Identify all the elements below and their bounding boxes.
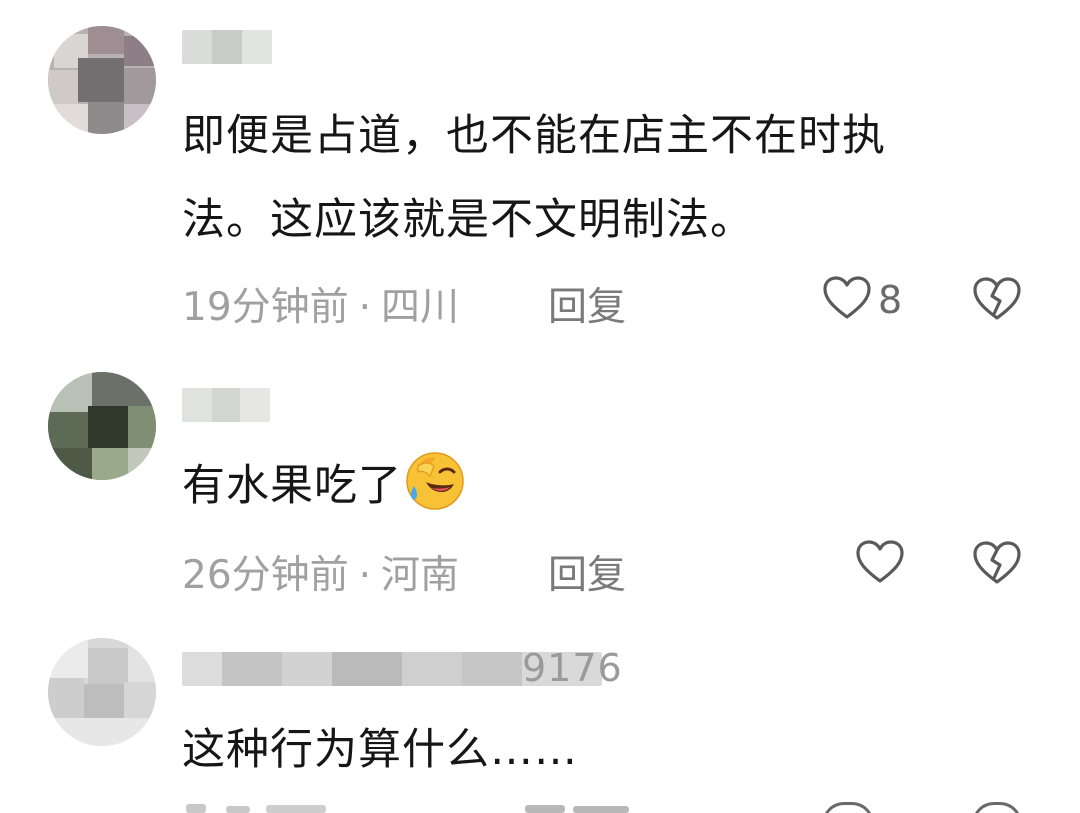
comment-meta: 26分钟前 · 河南 (182, 544, 459, 600)
reply-button[interactable]: 回复 (548, 276, 626, 332)
comment-text-line: 即便是占道，也不能在店主不在时执 (182, 111, 886, 161)
comment-item: 有水果吃了 26分钟前 · 河南 回复 (0, 340, 1080, 620)
heart-outline-icon (822, 275, 872, 325)
like-button[interactable] (855, 540, 905, 588)
meta-separator: · (358, 553, 372, 598)
dislike-button[interactable] (972, 540, 1022, 590)
dislike-button[interactable] (972, 276, 1022, 326)
comment-text: 有水果吃了 (182, 444, 1042, 528)
comment-location: 四川 (381, 285, 460, 330)
broken-heart-icon (972, 541, 1022, 590)
comment-text: 即便是占道，也不能在店主不在时执 法。这应该就是不文明制法。 (182, 94, 1042, 262)
comment-meta: 19分钟前 · 四川 (182, 276, 459, 332)
heart-outline-icon (855, 539, 905, 589)
broken-heart-icon (972, 277, 1022, 326)
comment-meta-cutoff (182, 804, 422, 813)
reply-button-cutoff[interactable] (525, 804, 635, 813)
dislike-button-cutoff[interactable] (972, 802, 1022, 813)
comment-location: 河南 (381, 553, 460, 598)
username-pixelated[interactable] (182, 30, 272, 64)
like-button-cutoff[interactable] (822, 802, 912, 813)
laughing-crying-emoji-icon (404, 450, 466, 512)
comment-time: 19分钟前 (182, 285, 349, 330)
comment-text-line: 法。这应该就是不文明制法。 (182, 195, 754, 245)
username-visible-part: 9176 (522, 646, 623, 690)
like-button[interactable]: 8 (822, 276, 902, 324)
avatar[interactable] (48, 26, 156, 134)
like-count: 8 (878, 278, 903, 322)
username-pixelated[interactable] (182, 388, 270, 422)
reply-button[interactable]: 回复 (548, 544, 626, 600)
meta-separator: · (358, 285, 372, 330)
avatar[interactable] (48, 372, 156, 480)
comment-item: 9176 这种行为算什么…… (0, 620, 1080, 813)
comment-text-line: 有水果吃了 (182, 461, 402, 511)
comment-text-line: 这种行为算什么…… (182, 725, 578, 775)
comment-time: 26分钟前 (182, 553, 349, 598)
comment-item: 即便是占道，也不能在店主不在时执 法。这应该就是不文明制法。 19分钟前 · 四川 … (0, 0, 1080, 340)
avatar[interactable] (48, 638, 156, 746)
comment-text: 这种行为算什么…… (182, 708, 1042, 792)
